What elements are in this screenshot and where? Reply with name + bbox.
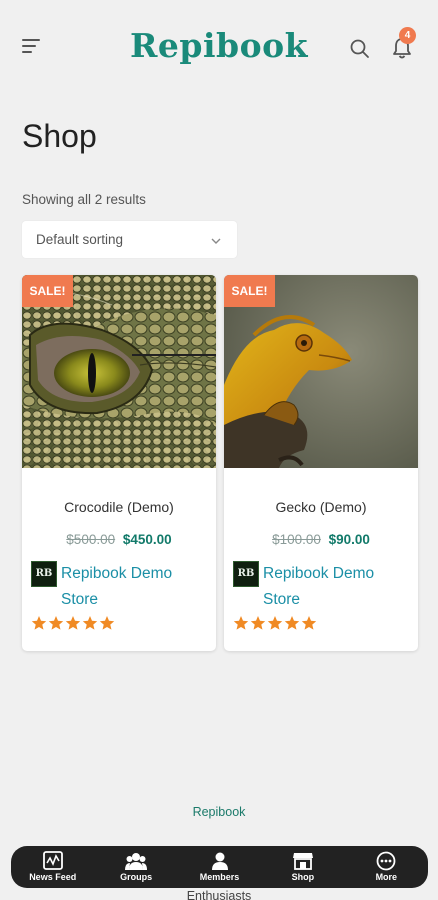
price-row: $500.00 $450.00: [22, 532, 216, 547]
sort-selected-value: Default sorting: [36, 232, 124, 247]
nav-label: News Feed: [29, 872, 77, 882]
original-price: $500.00: [66, 532, 116, 547]
search-icon[interactable]: [349, 38, 371, 60]
vendor-store-link[interactable]: Repibook Demo Store: [61, 561, 211, 613]
star-icon: [65, 616, 81, 630]
news-feed-icon: [42, 851, 64, 871]
site-logo[interactable]: Repibook: [0, 26, 438, 65]
sort-dropdown[interactable]: Default sorting: [22, 221, 237, 258]
sale-badge: SALE!: [22, 275, 73, 307]
star-icon: [82, 616, 98, 630]
nav-item-more[interactable]: More: [345, 846, 428, 888]
nav-item-members[interactable]: Members: [178, 846, 261, 888]
nav-label: Members: [199, 872, 240, 882]
bottom-navigation: News Feed Groups Members Shop More: [11, 846, 428, 888]
chevron-down-icon: [210, 234, 222, 246]
shop-icon: [292, 851, 314, 871]
rating-stars: [233, 615, 318, 633]
star-icon: [233, 616, 249, 630]
nav-item-shop[interactable]: Shop: [261, 846, 344, 888]
product-card[interactable]: SALE! Crocodile (Demo) $500.00 $450.00 R…: [22, 275, 216, 651]
notification-count-badge: 4: [399, 27, 416, 44]
top-header: Repibook 4: [0, 0, 438, 96]
footer-site-link[interactable]: Repibook: [0, 805, 438, 819]
price-row: $100.00 $90.00: [224, 532, 418, 547]
result-count: Showing all 2 results: [22, 192, 146, 207]
vendor-logo[interactable]: RB: [233, 561, 259, 587]
product-name[interactable]: Gecko (Demo): [224, 499, 418, 515]
product-name[interactable]: Crocodile (Demo): [22, 499, 216, 515]
rating-stars: [31, 615, 116, 633]
star-icon: [250, 616, 266, 630]
sale-price: $450.00: [122, 532, 172, 547]
product-card[interactable]: SALE! Gecko (Demo) $100.00 $90.00 RB Rep…: [224, 275, 418, 651]
nav-item-news-feed[interactable]: News Feed: [11, 846, 94, 888]
sale-price: $90.00: [328, 532, 370, 547]
star-icon: [267, 616, 283, 630]
original-price: $100.00: [272, 532, 321, 547]
footer-tagline: Enthusiasts: [186, 889, 252, 900]
star-icon: [31, 616, 47, 630]
nav-label: More: [375, 872, 398, 882]
sale-badge: SALE!: [224, 275, 275, 307]
nav-label: Shop: [291, 872, 315, 882]
nav-item-groups[interactable]: Groups: [94, 846, 177, 888]
star-icon: [284, 616, 300, 630]
vendor-logo[interactable]: RB: [31, 561, 57, 587]
nav-label: Groups: [120, 872, 153, 882]
vendor-store-link[interactable]: Repibook Demo Store: [263, 561, 413, 613]
page-title: Shop: [22, 118, 97, 154]
star-icon: [48, 616, 64, 630]
more-icon: [375, 851, 397, 871]
members-icon: [209, 851, 231, 871]
star-icon: [301, 616, 317, 630]
groups-icon: [125, 851, 148, 871]
star-icon: [99, 616, 115, 630]
